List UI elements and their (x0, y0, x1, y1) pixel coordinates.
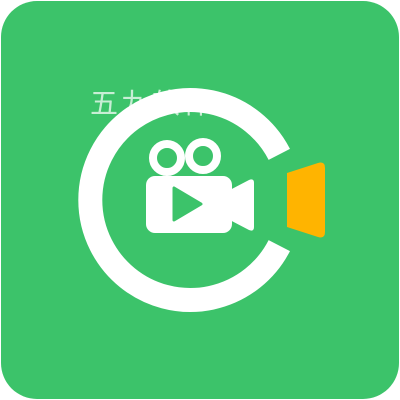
accent-tab (287, 162, 325, 238)
app-icon[interactable] (0, 0, 400, 400)
